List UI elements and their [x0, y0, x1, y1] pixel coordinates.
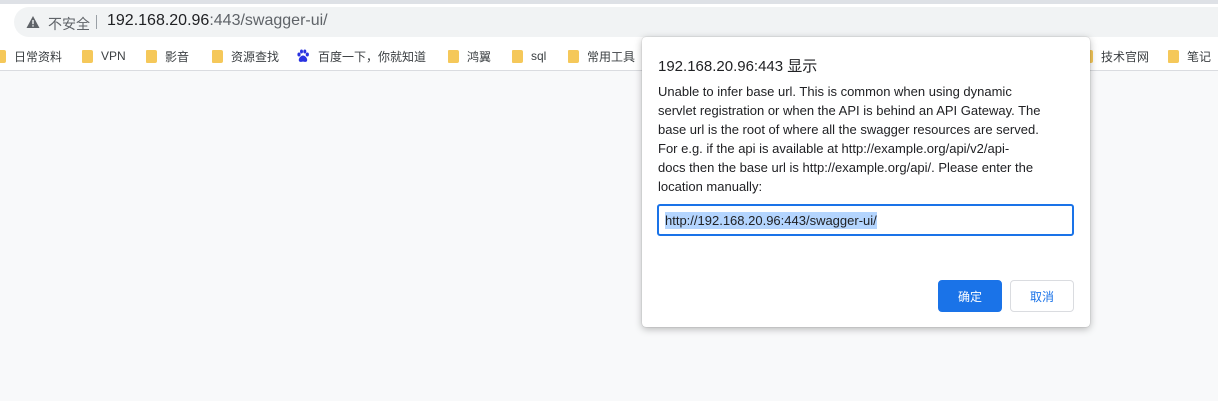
folder-icon: [82, 49, 93, 63]
bookmark-item[interactable]: 常用工具: [568, 42, 635, 70]
folder-icon: [568, 49, 579, 63]
bookmark-label: 影音: [165, 49, 190, 64]
address-bar[interactable]: 不安全 192.168.20.96:443/swagger-ui/: [14, 7, 1218, 37]
bookmark-label: 技术官网: [1101, 49, 1150, 64]
bookmark-label: 日常资料: [14, 49, 63, 64]
bookmark-label: 笔记: [1187, 49, 1212, 64]
dialog-message: Unable to infer base url. This is common…: [658, 84, 1041, 194]
url-divider: [96, 15, 97, 29]
bookmark-item[interactable]: 影音: [146, 42, 189, 70]
warning-icon[interactable]: [26, 15, 40, 29]
bookmark-item[interactable]: 百度一下，你就知道: [296, 42, 426, 70]
bookmark-label: 鸿翼: [467, 49, 492, 64]
folder-icon: [448, 49, 459, 63]
bookmark-label: VPN: [101, 49, 126, 63]
bookmark-item[interactable]: VPN: [82, 42, 126, 70]
bookmark-label: 资源查找: [231, 49, 280, 64]
bookmark-item[interactable]: 鸿翼: [448, 42, 491, 70]
folder-icon: [512, 49, 523, 63]
url-path: :443/swagger-ui/: [209, 12, 328, 29]
bookmark-label: 常用工具: [587, 49, 636, 64]
dialog-title: 192.168.20.96:443 显示: [658, 58, 818, 75]
bookmark-item[interactable]: 日常资料: [0, 42, 62, 70]
folder-icon: [0, 49, 6, 63]
bookmark-item[interactable]: sql: [512, 42, 546, 70]
bookmark-item[interactable]: 资源查找: [212, 42, 279, 70]
prompt-dialog: 192.168.20.96:443 显示 Unable to infer bas…: [642, 37, 1090, 327]
security-status-label[interactable]: 不安全: [48, 14, 90, 34]
folder-icon: [212, 49, 223, 63]
url-text[interactable]: 192.168.20.96:443/swagger-ui/: [107, 12, 328, 30]
folder-icon: [1168, 49, 1179, 63]
bookmark-label: 百度一下，你就知道: [318, 49, 427, 64]
base-url-input-value[interactable]: http://192.168.20.96:443/swagger-ui/: [665, 211, 877, 229]
ok-button[interactable]: 确定: [938, 280, 1002, 312]
folder-icon: [146, 49, 157, 63]
baidu-paw-icon: [297, 49, 309, 62]
browser-toolbar: 不安全 192.168.20.96:443/swagger-ui/: [0, 0, 1218, 42]
bookmark-item[interactable]: 技术官网: [1082, 42, 1149, 70]
bookmark-item[interactable]: 笔记: [1168, 42, 1211, 70]
url-host: 192.168.20.96: [107, 12, 210, 29]
bookmark-label: sql: [531, 49, 547, 63]
base-url-input[interactable]: http://192.168.20.96:443/swagger-ui/: [657, 204, 1074, 236]
cancel-button[interactable]: 取消: [1010, 280, 1074, 312]
tab-strip-edge: [0, 0, 1218, 4]
